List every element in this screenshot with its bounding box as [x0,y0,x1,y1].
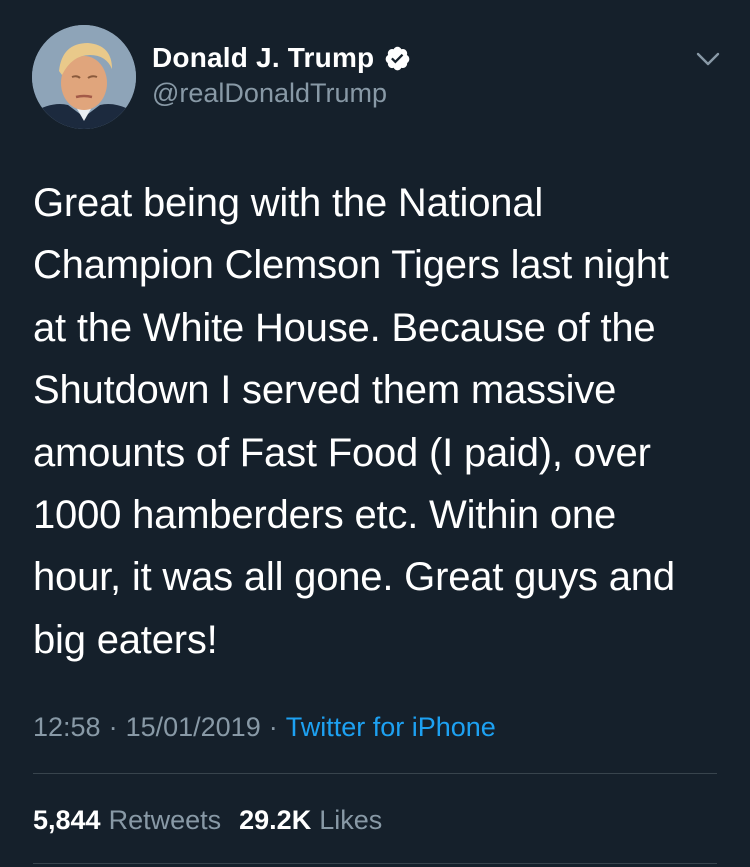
meta-separator: · [108,711,118,742]
author-name-row: Donald J. Trump [152,40,411,76]
meta-separator: · [268,711,278,742]
divider [33,773,717,774]
tweet-text: Great being with the National Champion C… [33,181,675,662]
tweet-date: 15/01/2019 [125,711,261,742]
likes-count: 29.2K [239,804,312,835]
tweet-metadata: 12:58 · 15/01/2019 · Twitter for iPhone [33,707,496,747]
tweet-source-link[interactable]: Twitter for iPhone [286,712,496,743]
display-name[interactable]: Donald J. Trump [152,42,374,74]
user-handle[interactable]: @realDonaldTrump [152,78,387,109]
avatar-portrait [32,25,136,129]
retweets-stat[interactable]: 5,844 Retweets [33,805,221,836]
verified-badge-icon [384,45,411,72]
avatar[interactable] [32,25,136,129]
retweets-label: Retweets [108,804,222,835]
engagement-stats: 5,844 Retweets 29.2K Likes [33,800,400,840]
chevron-down-icon[interactable] [693,48,723,70]
retweets-count: 5,844 [33,804,101,835]
tweet-card: Donald J. Trump @realDonaldTrump Great b… [0,0,750,867]
tweet-time: 12:58 [33,711,101,742]
likes-label: Likes [319,804,383,835]
divider [33,863,717,864]
likes-stat[interactable]: 29.2K Likes [239,805,382,836]
